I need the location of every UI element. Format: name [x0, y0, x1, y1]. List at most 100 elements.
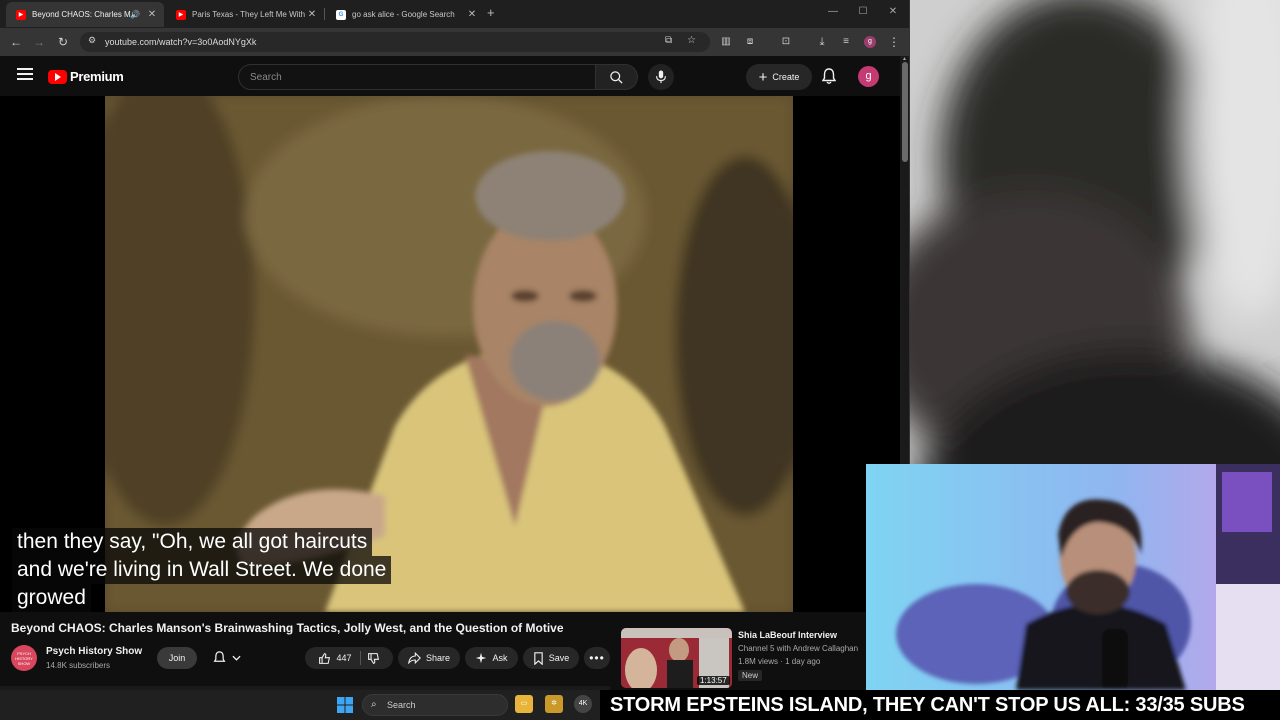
caption-line: and we're living in Wall Street. We done: [12, 556, 392, 584]
browser-window: ▶ Beyond CHAOS: Charles Ma 🔊 ✕ ▶ Paris T…: [0, 0, 910, 690]
close-tab-icon[interactable]: ✕: [466, 9, 478, 20]
google-favicon-icon: G: [336, 9, 346, 20]
channel-name[interactable]: Psych History Show: [46, 646, 142, 657]
ticker-text: STORM EPSTEINS ISLAND, THEY CAN'T STOP U…: [610, 694, 1245, 716]
notifications-bell-icon[interactable]: [821, 68, 837, 90]
install-app-icon[interactable]: ⧉: [665, 35, 672, 46]
speaker-icon[interactable]: 🔊: [130, 10, 140, 19]
reload-icon[interactable]: ↻: [55, 34, 71, 50]
profile-avatar[interactable]: g: [864, 36, 876, 48]
search-input[interactable]: Search: [238, 64, 596, 90]
recommended-video-meta: 1.8M views · 1 day ago: [738, 657, 821, 666]
youtube-masthead: Premium Search + Create g: [0, 56, 900, 96]
browser-menu-icon[interactable]: ⋮: [886, 34, 902, 50]
subscriber-count: 14.8K subscribers: [46, 661, 111, 670]
join-button[interactable]: Join: [157, 647, 197, 669]
stream-ticker: STORM EPSTEINS ISLAND, THEY CAN'T STOP U…: [600, 690, 1280, 720]
windows-start-icon[interactable]: [337, 697, 353, 713]
extensions-icon[interactable]: ⧈: [742, 34, 758, 50]
download-icon[interactable]: ⤓: [814, 34, 830, 50]
caption-line: then they say, "Oh, we all got haircuts: [12, 528, 373, 556]
youtube-play-logo-icon: [48, 69, 67, 84]
settings-app-icon[interactable]: ✲: [545, 695, 563, 713]
search-icon: ⌕: [371, 699, 377, 710]
tab-title: Paris Texas - They Left Me With: [192, 10, 306, 19]
hamburger-menu-icon[interactable]: [17, 68, 33, 82]
thumbs-up-icon[interactable]: [318, 652, 331, 665]
save-label: Save: [548, 653, 570, 663]
video-player[interactable]: then they say, "Oh, we all got haircuts …: [0, 96, 900, 612]
file-explorer-icon[interactable]: ▭: [515, 695, 533, 713]
voice-search-button[interactable]: [648, 64, 674, 90]
bookmark-star-icon[interactable]: ☆: [687, 35, 696, 46]
minimize-icon[interactable]: —: [818, 6, 848, 17]
address-bar[interactable]: ⚙ youtube.com/watch?v=3o0AodNYgXk ⧉ ☆: [80, 32, 710, 52]
bookmark-icon: [534, 651, 543, 665]
taskbar-search-label: Search: [387, 700, 416, 710]
youtube-favicon-icon: ▶: [176, 9, 186, 20]
subscription-notifications-button[interactable]: [202, 647, 252, 669]
screenshot-icon[interactable]: ⊡: [778, 34, 794, 50]
ask-label: Ask: [492, 653, 508, 663]
tab-paris-texas[interactable]: ▶ Paris Texas - They Left Me With ✕: [166, 2, 324, 27]
streamer-webcam-image: [866, 464, 1280, 690]
plus-icon: +: [758, 68, 768, 86]
back-icon[interactable]: ←: [8, 34, 24, 50]
bell-icon: [213, 651, 226, 662]
close-window-icon[interactable]: ✕: [878, 6, 908, 17]
browser-toolbar: ← → ↻ ⚙ youtube.com/watch?v=3o0AodNYgXk …: [0, 28, 909, 56]
forward-icon[interactable]: →: [31, 34, 47, 50]
close-tab-icon[interactable]: ✕: [306, 9, 318, 20]
closed-captions: then they say, "Oh, we all got haircuts …: [12, 528, 422, 612]
caption-line: growed: [12, 584, 91, 612]
video-downloader-icon[interactable]: 4K: [574, 695, 592, 713]
webcam-overlay: [866, 464, 1280, 690]
more-actions-button[interactable]: •••: [584, 647, 610, 669]
tab-strip: ▶ Beyond CHAOS: Charles Ma 🔊 ✕ ▶ Paris T…: [0, 0, 909, 28]
tab-separator: [324, 8, 325, 20]
create-label: Create: [772, 72, 800, 82]
like-divider: [359, 651, 361, 665]
search-button[interactable]: [596, 64, 638, 90]
scrollbar-thumb[interactable]: [902, 62, 908, 162]
recommended-channel-name[interactable]: Channel 5 with Andrew Callaghan: [738, 644, 858, 653]
new-badge: New: [738, 670, 763, 681]
profile-initial: g: [864, 36, 876, 48]
like-count[interactable]: 447: [336, 653, 351, 663]
chevron-down-icon: [232, 655, 241, 661]
search-placeholder: Search: [250, 72, 282, 83]
tab-beyond-chaos[interactable]: ▶ Beyond CHAOS: Charles Ma 🔊 ✕: [6, 2, 164, 27]
more-horizontal-icon: •••: [589, 651, 605, 665]
search-icon: [610, 70, 623, 84]
site-info-icon[interactable]: ⚙: [88, 35, 96, 46]
tab-google-search[interactable]: G go ask alice - Google Search ✕: [326, 2, 484, 27]
recommended-video-title[interactable]: Shia LaBeouf Interview: [738, 630, 837, 640]
maximize-icon[interactable]: ☐: [848, 6, 878, 17]
youtube-premium-logo[interactable]: Premium: [48, 69, 124, 84]
media-control-icon[interactable]: ≡: [838, 34, 854, 50]
channel-avatar[interactable]: PSYCH HISTORY SHOW: [11, 645, 37, 671]
new-tab-icon[interactable]: +: [487, 5, 495, 20]
user-avatar[interactable]: g: [858, 66, 879, 87]
share-arrow-icon: [408, 652, 421, 664]
ask-button[interactable]: Ask: [465, 647, 518, 669]
taskbar-search-input[interactable]: ⌕ Search: [362, 694, 508, 716]
microphone-icon: [656, 70, 666, 84]
youtube-favicon-icon: ▶: [16, 9, 26, 20]
screen: ▶ Beyond CHAOS: Charles Ma 🔊 ✕ ▶ Paris T…: [0, 0, 1280, 720]
thumbs-down-icon[interactable]: [367, 652, 380, 665]
channel-avatar-text: PSYCH HISTORY SHOW: [15, 651, 33, 666]
close-tab-icon[interactable]: ✕: [146, 9, 158, 20]
create-button[interactable]: + Create: [746, 64, 812, 90]
tab-title: Beyond CHAOS: Charles Ma: [32, 10, 131, 19]
save-button[interactable]: Save: [523, 647, 579, 669]
video-title: Beyond CHAOS: Charles Manson's Brainwash…: [11, 621, 564, 635]
sparkle-icon: [476, 652, 487, 664]
video-duration: 1:13:57: [697, 676, 730, 685]
url-text[interactable]: youtube.com/watch?v=3o0AodNYgXk: [105, 37, 256, 47]
share-label: Share: [425, 653, 451, 663]
logo-text: Premium: [70, 69, 124, 84]
share-button[interactable]: Share: [398, 647, 460, 669]
tab-search-icon[interactable]: ▥: [718, 34, 734, 50]
tab-title: go ask alice - Google Search: [352, 10, 455, 19]
